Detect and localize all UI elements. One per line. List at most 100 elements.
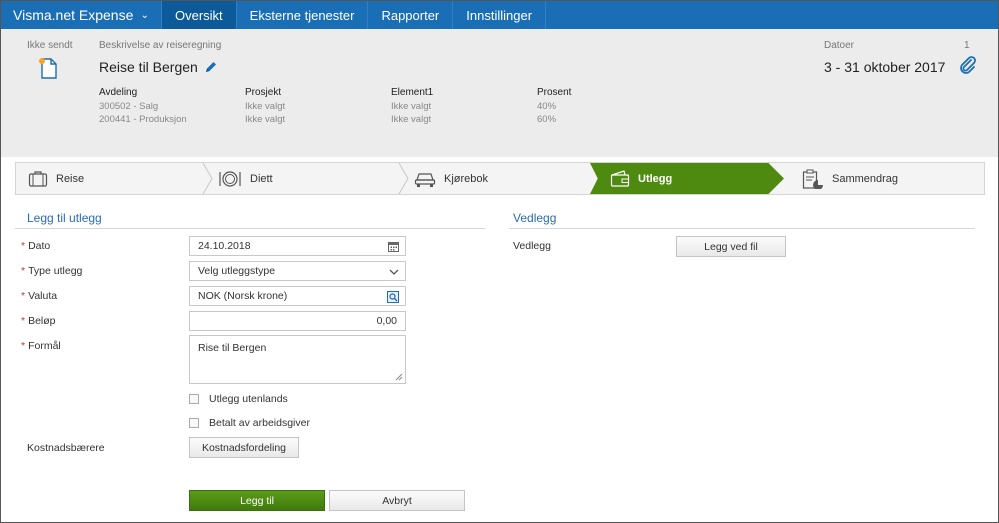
step-label: Reise [56,172,85,185]
document-icon [39,58,57,79]
label-text: Beløp [28,315,56,327]
pencil-icon[interactable] [204,60,218,74]
required-marker: * [21,240,26,252]
date-value: 24.10.2018 [198,240,251,252]
cell: 60% [537,114,557,125]
currency-input[interactable]: NOK (Norsk krone) [189,286,406,306]
step-separator [202,163,213,194]
column-avdeling: Avdeling 300502 - Salg 200441 - Produksj… [99,87,245,126]
cancel-button[interactable]: Avbryt [329,490,465,511]
column-prosjekt: Prosjekt Ikke valgt Ikke valgt [245,87,391,126]
cost-allocation-table: Avdeling 300502 - Salg 200441 - Produksj… [99,87,683,126]
tab-oversikt[interactable]: Oversikt [162,1,237,29]
date-label: * Dato [21,240,50,252]
column-element1: Element1 Ikke valgt Ikke valgt [391,87,537,126]
clipboard-chart-icon [802,169,823,189]
suitcase-icon [28,170,48,187]
required-marker: * [21,265,26,277]
resize-handle-icon[interactable] [395,373,403,381]
purpose-value: Rise til Bergen [198,342,267,354]
tab-innstillinger[interactable]: Innstillinger [453,1,547,29]
amount-input[interactable]: 0,00 [189,311,406,331]
chevron-down-icon: ⌄ [140,9,149,21]
purpose-label: * Formål [21,340,61,352]
attach-file-button[interactable]: Legg ved fil [676,236,786,257]
currency-label: * Valuta [21,290,57,302]
amount-value: 0,00 [376,315,397,327]
label-text: Dato [28,240,51,252]
amount-label: * Beløp [21,315,56,327]
step-utlegg[interactable]: Utlegg [590,163,784,194]
report-dates: 3 - 31 oktober 2017 [824,59,946,75]
purpose-textarea[interactable]: Rise til Bergen [189,335,406,384]
step-kjorebok[interactable]: Kjørebok [414,163,590,194]
step-label: Sammendrag [832,172,899,185]
checkbox-label: Utlegg utenlands [209,393,288,405]
wizard-steps: Reise Diett Kjørebok Utlegg Sammendrag [15,162,985,195]
tab-eksterne-tjenester[interactable]: Eksterne tjenester [237,1,369,29]
chevron-down-icon [389,269,399,275]
divider [15,228,485,229]
car-icon [414,172,436,187]
brand-menu[interactable]: Visma.net Expense ⌄ [1,1,162,29]
cell: 200441 - Produksjon [99,114,187,125]
step-reise[interactable]: Reise [28,163,208,194]
checkbox-label: Betalt av arbeidsgiver [209,417,310,429]
expense-type-value: Velg utleggstype [198,265,276,277]
label-text: Formål [28,340,61,352]
report-title-text: Reise til Bergen [99,59,198,75]
report-title: Reise til Bergen [99,59,218,75]
required-marker: * [21,290,26,302]
currency-value: NOK (Norsk krone) [198,290,288,302]
cell: Ikke valgt [391,101,432,112]
lookup-search-icon[interactable] [387,291,399,303]
label-text: Type utlegg [28,265,83,277]
required-marker: * [21,315,26,327]
column-header: Element1 [391,87,434,98]
date-input[interactable]: 24.10.2018 [189,236,406,256]
type-label: * Type utlegg [21,265,82,277]
cell: 300502 - Salg [99,101,159,112]
cost-distribution-button[interactable]: Kostnadsfordeling [189,437,299,458]
expense-type-select[interactable]: Velg utleggstype [189,261,406,281]
column-header: Prosent [537,87,572,98]
cell: 40% [537,101,557,112]
column-prosent: Prosent 40% 60% [537,87,683,126]
brand-name: Visma.net Expense [13,7,134,23]
column-header: Prosjekt [245,87,282,98]
attachments-title: Vedlegg [513,211,557,225]
step-label: Diett [250,172,273,185]
abroad-checkbox[interactable]: Utlegg utenlands [189,393,288,405]
step-label: Kjørebok [444,172,489,185]
wallet-icon [610,169,630,187]
checkbox-box[interactable] [189,394,199,404]
dates-label: Datoer [824,40,855,51]
status-label: Ikke sendt [27,40,73,51]
cell: Ikke valgt [245,101,286,112]
tab-rapporter[interactable]: Rapporter [368,1,454,29]
divider [509,228,975,229]
checkbox-box[interactable] [189,418,199,428]
step-separator [398,163,409,194]
employer-paid-checkbox[interactable]: Betalt av arbeidsgiver [189,417,310,429]
cost-bearers-label: Kostnadsbærere [27,442,105,454]
step-label: Utlegg [638,172,673,185]
attachment-count: 1 [964,40,970,51]
column-header: Avdeling [99,87,138,98]
cell: Ikke valgt [245,114,286,125]
report-header: Ikke sendt Beskrivelse av reiseregning R… [1,29,998,157]
description-label: Beskrivelse av reiseregning [99,40,222,51]
attachments-label: Vedlegg [513,240,551,252]
top-nav: Visma.net Expense ⌄ Oversikt Eksterne tj… [1,1,998,29]
label-text: Valuta [28,290,58,302]
plate-cutlery-icon [219,170,241,187]
paperclip-icon[interactable] [959,56,977,74]
app-window: Visma.net Expense ⌄ Oversikt Eksterne tj… [0,0,999,523]
step-diett[interactable]: Diett [218,163,398,194]
calendar-icon[interactable] [388,241,399,252]
add-button[interactable]: Legg til [189,490,325,511]
required-marker: * [21,340,26,352]
form-title: Legg til utlegg [27,211,102,225]
step-sammendrag[interactable]: Sammendrag [802,163,982,194]
cell: Ikke valgt [391,114,432,125]
